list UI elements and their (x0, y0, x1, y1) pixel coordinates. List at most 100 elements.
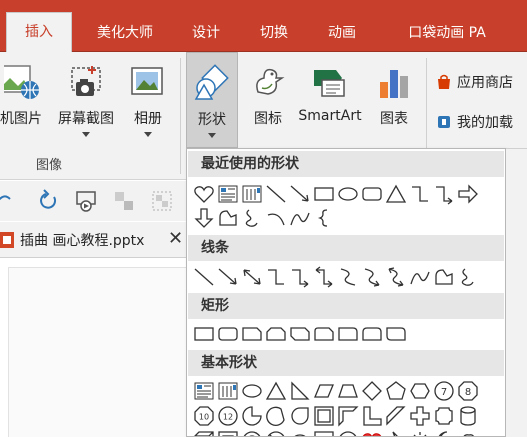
smartart-button[interactable]: SmartArt (294, 52, 366, 148)
shape-elbow-connector[interactable] (265, 266, 287, 288)
shape-arrow-line[interactable] (289, 183, 311, 205)
shape-elbow-connector[interactable] (409, 183, 431, 205)
shape-scribble[interactable] (241, 207, 263, 229)
shape-moon[interactable] (433, 430, 455, 436)
shape-vertical-text-box[interactable] (241, 183, 263, 205)
shape-l-shape[interactable] (361, 405, 383, 427)
shape-line-arrow[interactable] (217, 266, 239, 288)
shape-snip-round-single-corner-rectangle[interactable] (313, 323, 335, 345)
shape-right-triangle[interactable] (289, 380, 311, 402)
photo-album-button[interactable]: 相册 (124, 52, 172, 148)
my-addins-button[interactable]: 我的加载 (436, 110, 513, 136)
close-icon[interactable]: ✕ (168, 228, 183, 249)
shape-round-diagonal-corner-rectangle[interactable] (385, 323, 407, 345)
shape-pie[interactable] (241, 405, 263, 427)
shape-elbow-double-arrow-connector[interactable] (313, 266, 335, 288)
shape-oval[interactable] (241, 380, 263, 402)
shape-text-box[interactable] (193, 380, 215, 402)
shape-right-arrow[interactable] (457, 183, 479, 205)
screenshot-button[interactable]: 屏幕截图 (52, 52, 120, 148)
shape-cube[interactable] (193, 430, 215, 436)
shape-plaque[interactable] (433, 405, 455, 427)
document-tab[interactable]: 插曲 画心教程.pptx ✕ (0, 222, 190, 258)
shape-donut[interactable] (241, 430, 263, 436)
shape-no-symbol[interactable] (265, 430, 287, 436)
arrange-icon[interactable] (112, 189, 136, 213)
shape-vertical-text-box[interactable] (217, 380, 239, 402)
shape-left-brace[interactable] (313, 207, 335, 229)
shape-frame[interactable] (313, 405, 335, 427)
shape-dodecagon[interactable]: 12 (217, 405, 239, 427)
shape-lightning-bolt[interactable] (385, 430, 407, 436)
shape-snip-single-corner-rectangle[interactable] (241, 323, 263, 345)
shape-snip-diagonal-corner-rectangle[interactable] (289, 323, 311, 345)
shape-folded-corner[interactable] (313, 430, 335, 436)
shape-rectangle[interactable] (313, 183, 335, 205)
tab-beautify-master[interactable]: 美化大师 (80, 14, 170, 52)
shape-cloud[interactable] (457, 430, 479, 436)
shape-octagon[interactable]: 8 (457, 380, 479, 402)
shape-cross[interactable] (409, 405, 431, 427)
shape-rounded-rectangle[interactable] (361, 183, 383, 205)
shape-triangle[interactable] (385, 183, 407, 205)
shape-oval[interactable] (337, 183, 359, 205)
shape-round-single-corner-rectangle[interactable] (337, 323, 359, 345)
icons-button[interactable]: 图标 (244, 52, 292, 148)
online-pictures-button[interactable]: 机图片 (0, 52, 48, 148)
shape-hexagon[interactable] (409, 380, 431, 402)
redo-icon[interactable] (36, 189, 60, 213)
shape-smiley-face[interactable] (337, 430, 359, 436)
shape-heptagon[interactable]: 7 (433, 380, 455, 402)
group-objects-icon[interactable] (150, 189, 174, 213)
shape-sun[interactable] (409, 430, 431, 436)
shape-scribble[interactable] (457, 266, 479, 288)
shape-curved-connector[interactable] (337, 266, 359, 288)
tab-pocket-animation[interactable]: 口袋动画 PA (392, 14, 502, 52)
gallery-scrollbar[interactable] (506, 148, 527, 437)
shape-trapezoid[interactable] (337, 380, 359, 402)
shape-can[interactable] (457, 405, 479, 427)
shape-chord[interactable] (265, 405, 287, 427)
shape-curve[interactable] (409, 266, 431, 288)
shape-teardrop[interactable] (289, 405, 311, 427)
shape-down-arrow[interactable] (193, 207, 215, 229)
shape-heart[interactable] (361, 430, 383, 436)
tab-design[interactable]: 设计 (178, 14, 234, 52)
shape-round-same-side-corner-rectangle[interactable] (361, 323, 383, 345)
slide-canvas[interactable] (8, 267, 190, 437)
shape-elbow-arrow-connector[interactable] (289, 266, 311, 288)
shape-line[interactable] (265, 183, 287, 205)
shape-arc[interactable] (265, 207, 287, 229)
shape-pentagon[interactable] (385, 380, 407, 402)
shape-diagonal-stripe[interactable] (385, 405, 407, 427)
shape-half-frame[interactable] (337, 405, 359, 427)
shape-bevel[interactable] (217, 430, 239, 436)
chart-button[interactable]: 图表 (370, 52, 418, 148)
shape-isosceles-triangle[interactable] (265, 380, 287, 402)
shape-curved-double-arrow-connector[interactable] (385, 266, 407, 288)
shape-text-box[interactable] (217, 183, 239, 205)
slideshow-icon[interactable] (74, 189, 98, 213)
shape-double-arrow-line[interactable] (241, 266, 263, 288)
shape-snip-same-side-corner-rectangle[interactable] (265, 323, 287, 345)
shape-freeform[interactable] (433, 266, 455, 288)
shape-line[interactable] (193, 266, 215, 288)
tab-animations[interactable]: 动画 (314, 14, 370, 52)
shape-parallelogram[interactable] (313, 380, 335, 402)
shape-heart[interactable] (193, 183, 215, 205)
shapes-button[interactable]: 形状 (186, 52, 238, 148)
tab-insert[interactable]: 插入 (6, 12, 72, 52)
shape-curve[interactable] (289, 207, 311, 229)
shape-curved-arrow-connector[interactable] (361, 266, 383, 288)
shape-block-arc[interactable] (289, 430, 311, 436)
shape-decagon[interactable]: 10 (193, 405, 215, 427)
shape-freeform[interactable] (217, 207, 239, 229)
shape-diamond[interactable] (361, 380, 383, 402)
shape-rounded-rectangle[interactable] (217, 323, 239, 345)
tab-transitions[interactable]: 切换 (246, 14, 302, 52)
shape-rectangle[interactable] (193, 323, 215, 345)
store-button[interactable]: 应用商店 (436, 70, 513, 96)
shape-elbow-arrow-connector[interactable] (433, 183, 455, 205)
undo-icon[interactable] (0, 189, 24, 213)
slide-editing-area[interactable] (0, 259, 190, 437)
